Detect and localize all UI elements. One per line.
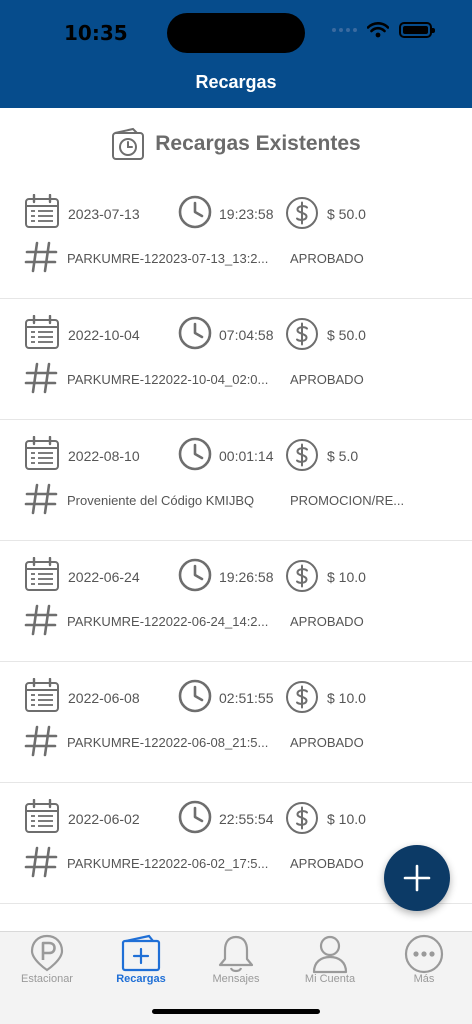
section-header: Recargas Existentes: [0, 124, 472, 164]
recharge-date: 2023-07-13: [68, 206, 140, 222]
calendar-icon: [25, 315, 59, 349]
recharge-icon: [121, 934, 161, 972]
user-icon: [312, 935, 348, 974]
recharge-amount: $ 50.0: [327, 206, 366, 222]
recharge-time: 00:01:14: [219, 448, 274, 464]
tab-mensajes[interactable]: Mensajes: [189, 932, 283, 992]
recharge-list[interactable]: 2023-07-13 19:23:58 $ 50.0 PARKUMRE-1220…: [0, 178, 472, 904]
hash-icon: [24, 362, 58, 394]
recharge-status: PROMOCION/RE...: [290, 493, 405, 508]
calendar-icon: [25, 557, 59, 591]
recharge-reference: PARKUMRE-122022-06-08_21:5...: [67, 735, 269, 750]
tab-label: Mi Cuenta: [304, 973, 356, 985]
recharge-row[interactable]: 2022-06-24 19:26:58 $ 10.0 PARKUMRE-1220…: [0, 541, 472, 662]
tab-label: Más: [413, 973, 435, 985]
recharge-row[interactable]: 2022-06-08 02:51:55 $ 10.0 PARKUMRE-1220…: [0, 662, 472, 783]
recharge-date: 2022-08-10: [68, 448, 140, 464]
recharge-time: 22:55:54: [219, 811, 274, 827]
wifi-icon: [367, 22, 389, 38]
recharge-reference: PARKUMRE-122022-10-04_02:0...: [67, 372, 269, 387]
recharge-amount: $ 50.0: [327, 327, 366, 343]
recharge-amount: $ 10.0: [327, 811, 366, 827]
recharge-time: 07:04:58: [219, 327, 274, 343]
clock-icon: [178, 558, 212, 592]
parking-icon: [30, 934, 64, 972]
tab-mi-cuenta[interactable]: Mi Cuenta: [283, 932, 377, 992]
recharge-status: APROBADO: [290, 251, 364, 266]
clock-icon: [178, 195, 212, 229]
recharge-row[interactable]: 2023-07-13 19:23:58 $ 50.0 PARKUMRE-1220…: [0, 178, 472, 299]
tab-label: Recargas: [116, 973, 166, 985]
tab-estacionar[interactable]: Estacionar: [0, 932, 94, 992]
recharge-reference: PARKUMRE-122022-06-24_14:2...: [67, 614, 269, 629]
dollar-icon: [286, 560, 318, 592]
recharge-row[interactable]: 2022-08-10 00:01:14 $ 5.0 Proveniente de…: [0, 420, 472, 541]
recharge-amount: $ 10.0: [327, 569, 366, 585]
dollar-icon: [286, 802, 318, 834]
bell-icon: [218, 935, 254, 973]
recharge-status: APROBADO: [290, 614, 364, 629]
signal-icon: [332, 28, 357, 32]
recharge-status: APROBADO: [290, 372, 364, 387]
clock-icon: [178, 679, 212, 713]
hash-icon: [24, 846, 58, 878]
recharge-status: APROBADO: [290, 735, 364, 750]
clock-icon: [178, 437, 212, 471]
recharge-date: 2022-10-04: [68, 327, 140, 343]
plus-icon: [403, 864, 431, 892]
hash-icon: [24, 483, 58, 515]
hash-icon: [24, 241, 58, 273]
recharge-amount: $ 10.0: [327, 690, 366, 706]
section-title: Recargas Existentes: [155, 132, 361, 155]
tab-label: Estacionar: [21, 973, 73, 985]
more-icon: [404, 934, 444, 974]
recharge-reference: Proveniente del Código KMIJBQ: [67, 493, 255, 508]
battery-icon: [399, 22, 435, 38]
clock-icon: [178, 316, 212, 350]
calendar-icon: [25, 678, 59, 712]
recharge-row[interactable]: 2022-10-04 07:04:58 $ 50.0 PARKUMRE-1220…: [0, 299, 472, 420]
dollar-icon: [286, 197, 318, 229]
calendar-icon: [25, 799, 59, 833]
tab-label: Mensajes: [212, 973, 260, 985]
dynamic-island: [167, 13, 305, 53]
dollar-icon: [286, 681, 318, 713]
recharge-date: 2022-06-08: [68, 690, 140, 706]
recharge-reference: PARKUMRE-122023-07-13_13:2...: [67, 251, 269, 266]
hash-icon: [24, 604, 58, 636]
dollar-icon: [286, 318, 318, 350]
recharge-date: 2022-06-02: [68, 811, 140, 827]
tab-mas[interactable]: Más: [377, 932, 471, 992]
dollar-icon: [286, 439, 318, 471]
tab-recargas[interactable]: Recargas: [94, 932, 188, 992]
wallet-clock-icon: [112, 127, 145, 160]
status-icons: [332, 22, 435, 38]
clock-icon: [178, 800, 212, 834]
status-time: 10:35: [64, 21, 128, 45]
recharge-reference: PARKUMRE-122022-06-02_17:5...: [67, 856, 269, 871]
status-bar: 10:35: [0, 0, 472, 60]
home-indicator: [152, 1009, 320, 1014]
recharge-time: 19:23:58: [219, 206, 274, 222]
app-header: 10:35 Recargas: [0, 0, 472, 108]
calendar-icon: [25, 436, 59, 470]
recharge-time: 19:26:58: [219, 569, 274, 585]
page-title: Recargas: [195, 72, 277, 92]
recharge-date: 2022-06-24: [68, 569, 140, 585]
calendar-icon: [25, 194, 59, 228]
hash-icon: [24, 725, 58, 757]
recharge-time: 02:51:55: [219, 690, 274, 706]
add-recharge-button[interactable]: [384, 845, 450, 911]
recharge-amount: $ 5.0: [327, 448, 359, 464]
